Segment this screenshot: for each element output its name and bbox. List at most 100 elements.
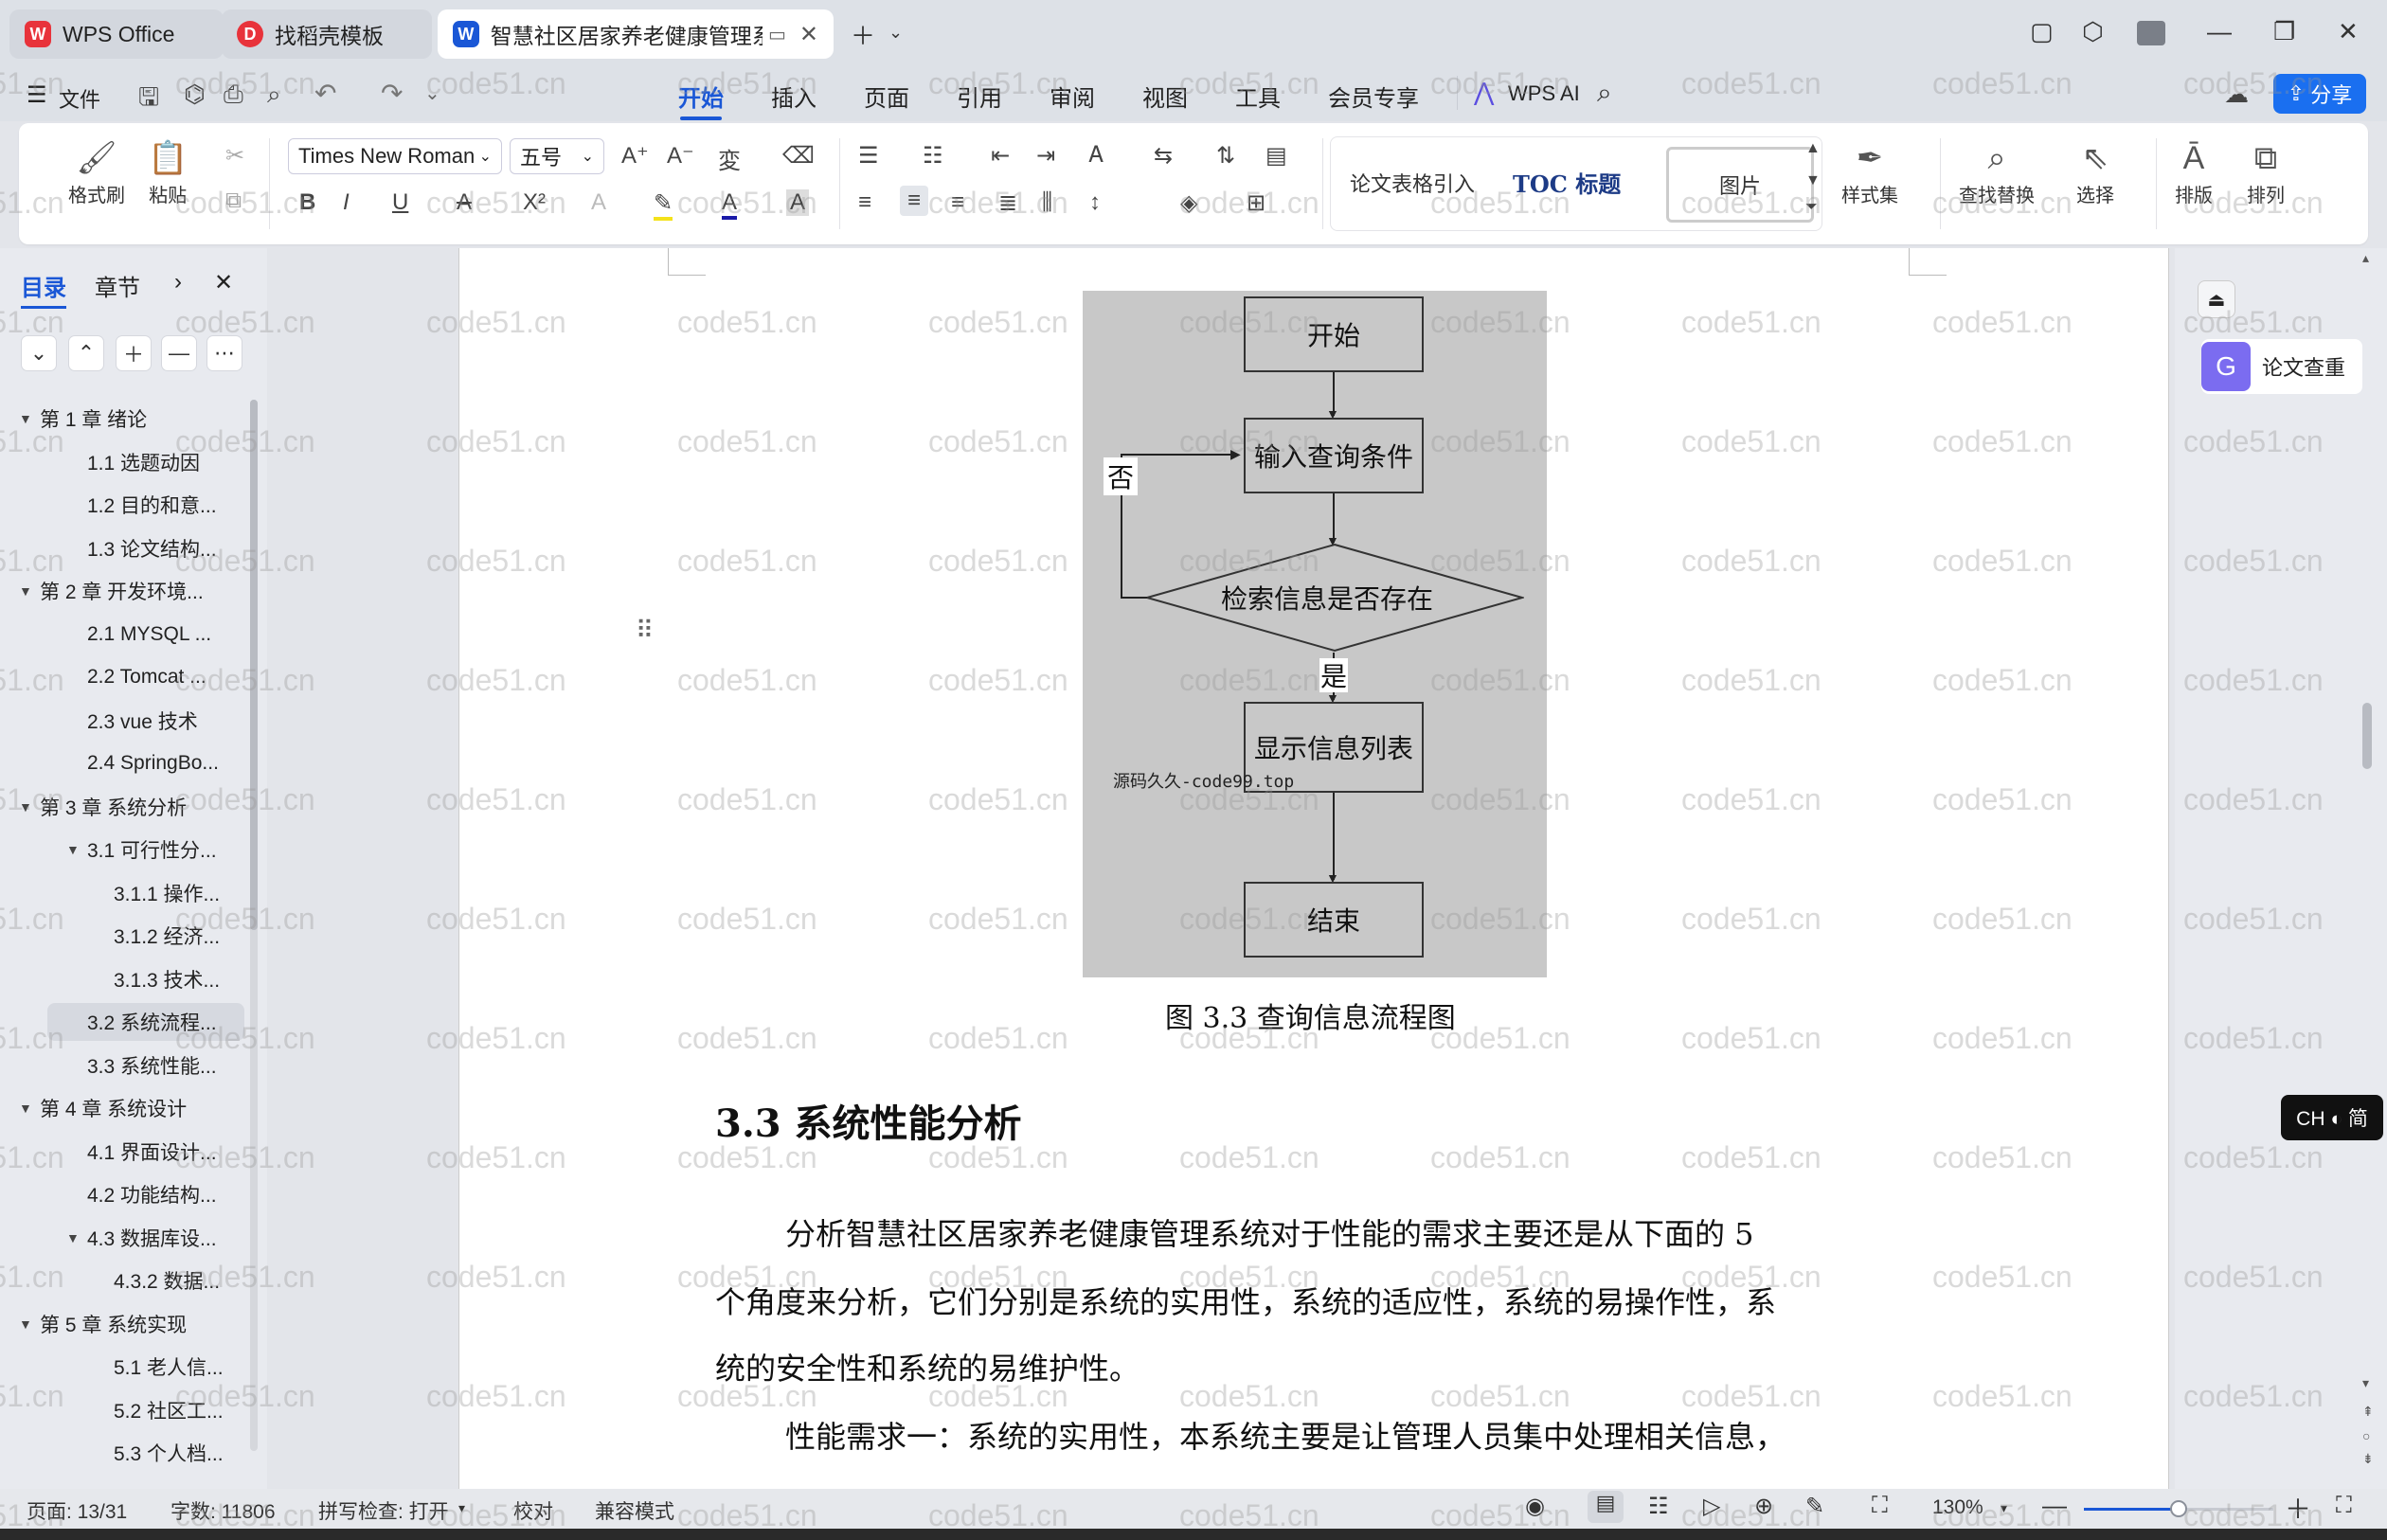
redo-icon[interactable]: ↷ — [381, 78, 403, 109]
toc-item[interactable]: 5.3 个人档... — [0, 1434, 244, 1472]
expand-arrow-icon[interactable]: ▼ — [19, 411, 40, 426]
line-spacing-icon[interactable]: ↕ — [1089, 189, 1101, 216]
font-size-select[interactable]: 五号 ⌄ — [510, 138, 604, 174]
toc-item[interactable]: 4.2 功能结构... — [0, 1175, 244, 1213]
strikethrough-icon[interactable]: A — [457, 189, 472, 216]
menu-wps-ai[interactable]: WPS AI — [1508, 81, 1580, 106]
paper-check-button[interactable]: G 论文查重 — [2201, 339, 2362, 394]
cloud-icon[interactable]: ☁ — [2224, 80, 2249, 109]
web-view-icon[interactable]: ⊕ — [1754, 1493, 1773, 1520]
remove-icon[interactable]: — — [161, 335, 197, 371]
clear-format-icon[interactable]: ⌫ — [782, 142, 815, 170]
more-icon[interactable]: ⌄ — [424, 81, 440, 105]
chevron-right-icon[interactable]: › — [174, 269, 182, 295]
menu-view[interactable]: 视图 — [1142, 80, 1188, 113]
collapse-panel-icon[interactable]: ⏏ — [2198, 280, 2235, 318]
expand-arrow-icon[interactable]: ▼ — [66, 1230, 87, 1245]
cut-icon[interactable]: ✂ — [225, 142, 244, 170]
style-item[interactable]: TOC 标题 — [1513, 166, 1621, 199]
close-tab-icon[interactable]: ✕ — [799, 21, 818, 48]
prev-page-icon[interactable]: ⇞ — [2362, 1404, 2374, 1420]
avatar[interactable] — [2137, 21, 2165, 45]
fit-page-icon[interactable]: ⛶ — [1872, 1493, 1888, 1519]
tab-chapter[interactable]: 章节 — [95, 269, 140, 302]
select-button[interactable]: ⇖ 选择 — [2076, 136, 2114, 207]
undo-icon[interactable]: ↶ — [314, 78, 336, 109]
toc-item[interactable]: ▼ 第 1 章 绪论 — [0, 400, 244, 438]
borders-icon[interactable]: ⊞ — [1247, 189, 1265, 217]
font-name-select[interactable]: Times New Roman ⌄ — [288, 138, 502, 174]
zoom-slider-thumb[interactable] — [2170, 1500, 2187, 1517]
toc-item[interactable]: 3.1.3 技术... — [0, 960, 244, 998]
arrange-button[interactable]: ⧉ 排列 — [2247, 136, 2285, 207]
hamburger-icon[interactable]: ☰ — [27, 81, 47, 109]
font-color-icon[interactable]: A — [722, 189, 738, 220]
phonetic-icon[interactable]: 変 — [718, 142, 741, 175]
menu-page[interactable]: 页面 — [864, 80, 909, 113]
window-layout-icon[interactable]: ▢ — [2030, 17, 2054, 46]
gallery-down-icon[interactable]: ▼ — [1805, 172, 1821, 189]
gallery-expand-icon[interactable]: ⏷ — [1805, 199, 1818, 216]
share-button[interactable]: ⇪ 分享 — [2273, 74, 2366, 114]
add-icon[interactable]: ＋ — [116, 335, 152, 371]
ime-indicator[interactable]: CH ◐ 简 — [2281, 1095, 2383, 1140]
expand-arrow-icon[interactable]: ▼ — [19, 1101, 40, 1116]
minimize-icon[interactable]: — — [2207, 17, 2232, 46]
font-grow-icon[interactable]: A⁺ — [621, 142, 649, 170]
expand-arrow-icon[interactable]: ▼ — [66, 842, 87, 857]
justify-icon[interactable]: ≣ — [998, 189, 1017, 217]
select-browse-icon[interactable]: ○ — [2362, 1428, 2370, 1443]
next-page-icon[interactable]: ⇟ — [2362, 1451, 2374, 1467]
sort-icon[interactable]: ⇅ — [1216, 142, 1235, 170]
nav-scrollbar-thumb[interactable] — [250, 400, 258, 930]
increase-indent-icon[interactable]: ⇥ — [1036, 142, 1055, 170]
toc-item[interactable]: ▼ 3.1 可行性分... — [0, 831, 244, 868]
tab-current-document[interactable]: W 智慧社区居家养老健康管理系 ▭ ✕ — [438, 9, 834, 59]
toc-item[interactable]: 3.3 系统性能... — [0, 1047, 244, 1084]
save-icon[interactable]: 🖫 — [138, 80, 159, 121]
collapse-down-icon[interactable]: ⌄ — [21, 335, 57, 371]
align-right-icon[interactable]: ≡ — [951, 189, 964, 216]
toc-item[interactable]: 5.1 老人信... — [0, 1348, 244, 1386]
close-icon[interactable]: ✕ — [214, 269, 233, 296]
paste-button[interactable]: 📋 粘贴 — [148, 136, 188, 207]
gallery-up-icon[interactable]: ▲ — [1805, 140, 1821, 157]
align-center-icon[interactable]: ≡ — [900, 186, 929, 216]
menu-review[interactable]: 审阅 — [1050, 80, 1095, 113]
spell-check-status[interactable]: 拼写检查: 打开 — [318, 1496, 449, 1525]
zoom-level[interactable]: 130% — [1932, 1496, 1983, 1519]
align-left-icon[interactable]: ≡ — [858, 189, 871, 216]
page-view-icon[interactable]: ▤ — [1588, 1491, 1624, 1523]
copy-icon[interactable]: ⧉ — [225, 188, 242, 214]
word-count[interactable]: 字数: 11806 — [170, 1496, 276, 1525]
doc-scrollbar-thumb[interactable] — [2362, 703, 2372, 769]
shading-icon[interactable]: ◈ — [1180, 189, 1197, 217]
toc-item[interactable]: 4.1 界面设计... — [0, 1133, 244, 1171]
toc-item[interactable]: 1.3 论文结构... — [0, 529, 244, 567]
bullet-list-icon[interactable]: ☰ — [858, 142, 879, 170]
file-menu[interactable]: 文件 — [59, 83, 100, 114]
menu-reference[interactable]: 引用 — [957, 80, 1002, 113]
char-shading-icon[interactable]: A — [786, 189, 810, 216]
toc-item[interactable]: 5.2 社区工... — [0, 1391, 244, 1429]
toc-item[interactable]: ▼ 第 2 章 开发环境... — [0, 572, 244, 610]
tab-wps-office[interactable]: W WPS Office — [9, 9, 224, 59]
show-marks-icon[interactable]: ▤ — [1265, 142, 1287, 170]
proofread-button[interactable]: 校对 — [513, 1496, 553, 1525]
eye-icon[interactable]: ◉ — [1525, 1493, 1545, 1520]
fullscreen-icon[interactable]: ⛶ — [2336, 1493, 2352, 1519]
toc-item[interactable]: ▼ 第 5 章 系统实现 — [0, 1305, 244, 1343]
toc-item[interactable]: 2.2 Tomcat ... — [0, 658, 244, 696]
expand-arrow-icon[interactable]: ▼ — [19, 583, 40, 599]
new-tab-icon[interactable]: ＋ — [851, 17, 875, 52]
menu-tools[interactable]: 工具 — [1235, 80, 1281, 113]
print-icon[interactable]: ⎙ — [224, 80, 243, 110]
menu-insert[interactable]: 插入 — [771, 80, 817, 113]
text-direction-icon[interactable]: Ꭺ — [1089, 142, 1104, 169]
scroll-down-icon[interactable]: ▾ — [2362, 1375, 2369, 1391]
layout-button[interactable]: Ā 排版 — [2175, 136, 2213, 207]
outline-view-icon[interactable]: ☷ — [1648, 1493, 1669, 1520]
share-link-icon[interactable]: ⌬ — [184, 80, 206, 109]
numbered-list-icon[interactable]: ☷ — [923, 142, 943, 170]
font-shrink-icon[interactable]: A⁻ — [667, 142, 694, 170]
